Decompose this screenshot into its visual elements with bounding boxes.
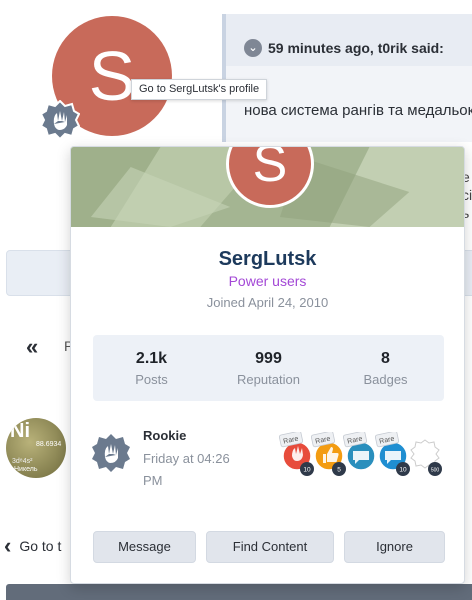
stat-label: Reputation [237, 372, 300, 387]
badge-hand-icon[interactable]: Rare10 [279, 432, 315, 476]
quote-text: нова система рангів та медальок [244, 102, 472, 119]
element-config: 3d⁸4s² [12, 458, 33, 465]
rank-date: Friday at 04:26 PM [143, 451, 230, 488]
waving-hand-icon [92, 434, 130, 472]
profile-name[interactable]: SergLutsk [71, 248, 464, 271]
find-content-button[interactable]: Find Content [205, 531, 335, 563]
forum-page: S ⌄ 59 minutes ago, t0rik said: нова сис… [0, 0, 472, 600]
avatar-letter: S [252, 146, 288, 193]
element-number: 88.6934 [36, 441, 62, 448]
joined-date: Joined April 24, 2010 [206, 295, 329, 310]
quote-author: 59 minutes ago, t0rik said: [268, 40, 444, 56]
footer-bar [6, 584, 472, 600]
badge-count: 10 [303, 467, 311, 474]
stat-value: 8 [381, 350, 390, 367]
badge-list: Rare 10 Rare 5 Rare Rare 10 500 [275, 428, 451, 478]
chevron-left-icon: ‹ [4, 533, 12, 558]
quote-block: ⌄ 59 minutes ago, t0rik said: нова систе… [222, 14, 472, 142]
stat-label: Posts [135, 372, 168, 387]
profile-tooltip: Go to SergLutsk's profile [131, 79, 268, 100]
element-name: Никель [14, 466, 38, 473]
badge-count: 10 [399, 467, 407, 474]
stats-panel: 2.1k Posts 999 Reputation 8 Badges [93, 335, 444, 401]
ignore-button[interactable]: Ignore [344, 531, 445, 563]
stat-reputation: 999 Reputation [210, 335, 327, 401]
waving-hand-icon [40, 100, 80, 140]
user-group: Power users [228, 273, 307, 289]
element-symbol: Ni [10, 420, 30, 442]
quote-header[interactable]: ⌄ 59 minutes ago, t0rik said: [226, 14, 472, 66]
profile-hovercard: S SergLutsk Power users Joined April 24,… [70, 146, 465, 584]
badge-count: 500 [431, 468, 440, 474]
member-avatar[interactable]: Ni 88.6934 3d⁸4s² Никель [6, 418, 66, 478]
stat-value: 999 [255, 350, 282, 367]
stat-value: 2.1k [135, 350, 168, 367]
profile-actions: Message Find Content Ignore [93, 531, 445, 565]
avatar-letter: S [88, 37, 136, 115]
badge-seal-icon[interactable]: 500 [407, 432, 443, 476]
badge-thumbs-up-icon[interactable]: Rare5 [311, 432, 347, 476]
rank-title: Rookie [143, 428, 187, 443]
stat-posts[interactable]: 2.1k Posts [93, 335, 210, 401]
go-to-label: Go to t [19, 538, 62, 554]
badge-count: 5 [337, 467, 341, 474]
stat-label: Badges [363, 372, 408, 387]
badge-chat-icon[interactable]: Rare10 [375, 432, 411, 476]
go-to-topic-link[interactable]: ‹ Go to t [4, 533, 62, 558]
first-page-icon[interactable]: « [26, 334, 38, 360]
message-button[interactable]: Message [93, 531, 196, 563]
stat-badges[interactable]: 8 Badges [327, 335, 444, 401]
badge-chat-icon[interactable]: Rare [343, 432, 379, 476]
chevron-down-icon[interactable]: ⌄ [244, 39, 262, 57]
